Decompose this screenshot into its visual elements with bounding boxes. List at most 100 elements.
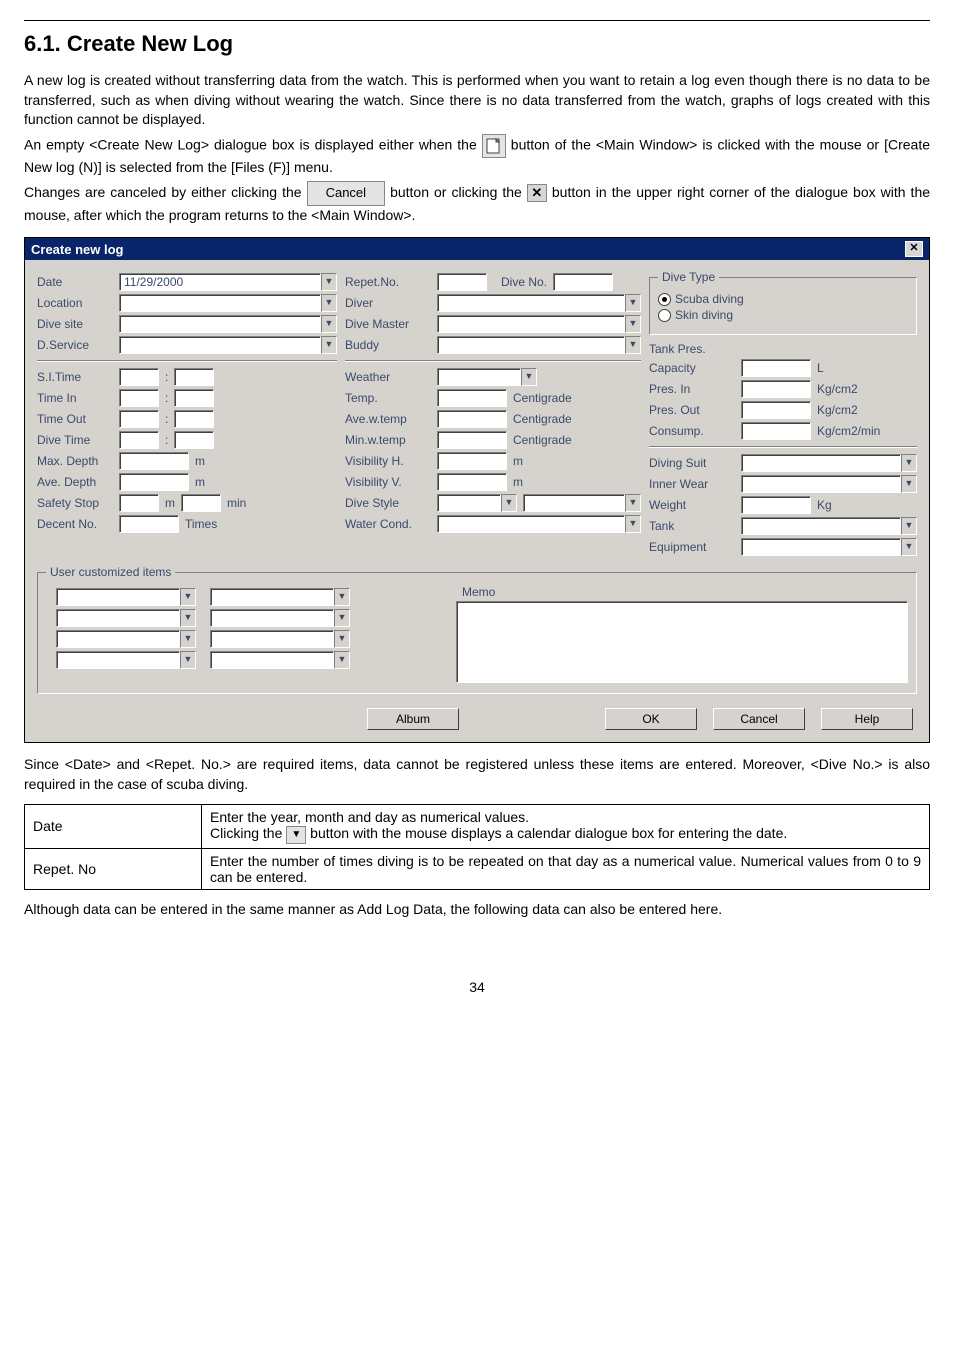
presout-field[interactable] [741, 401, 811, 419]
vish-unit: m [513, 454, 523, 468]
chevron-down-icon[interactable]: ▼ [625, 336, 641, 354]
help-button[interactable]: Help [821, 708, 913, 730]
divesite-combo[interactable]: ▼ [119, 315, 337, 333]
chevron-down-icon[interactable]: ▼ [901, 538, 917, 556]
dsuit-combo[interactable]: ▼ [741, 454, 917, 472]
user-item-2a[interactable]: ▼ [56, 609, 196, 627]
page-number: 34 [24, 979, 930, 995]
chevron-down-icon[interactable]: ▼ [901, 454, 917, 472]
dservice-combo[interactable]: ▼ [119, 336, 337, 354]
vish-label: Visibility H. [345, 454, 431, 468]
maxdepth-field[interactable] [119, 452, 189, 470]
minw-field[interactable] [437, 431, 507, 449]
left-column: Date 11/29/2000 ▼ Location ▼ Dive site ▼… [37, 270, 337, 559]
scuba-radio[interactable]: Scuba diving [658, 292, 908, 306]
dstyle-combo[interactable]: ▼ [437, 494, 517, 512]
weight-field[interactable] [741, 496, 811, 514]
chevron-down-icon[interactable]: ▼ [625, 315, 641, 333]
sitime-h[interactable] [119, 368, 159, 386]
user-item-3a[interactable]: ▼ [56, 630, 196, 648]
chevron-down-icon[interactable]: ▼ [321, 336, 337, 354]
chevron-down-icon[interactable]: ▼ [901, 475, 917, 493]
chevron-down-icon[interactable]: ▼ [501, 494, 517, 512]
timein-label: Time In [37, 391, 113, 405]
date-combo[interactable]: 11/29/2000 ▼ [119, 273, 337, 291]
location-combo[interactable]: ▼ [119, 294, 337, 312]
user-item-4a[interactable]: ▼ [56, 651, 196, 669]
timeout-m[interactable] [174, 410, 214, 428]
timein-m[interactable] [174, 389, 214, 407]
chevron-down-icon[interactable]: ▼ [625, 494, 641, 512]
chevron-down-icon[interactable]: ▼ [321, 273, 337, 291]
date-desc-line1: Enter the year, month and day as numeric… [210, 809, 529, 825]
chevron-down-icon[interactable]: ▼ [180, 588, 196, 606]
date-field[interactable]: 11/29/2000 [119, 273, 321, 291]
avedepth-label: Ave. Depth [37, 475, 113, 489]
dstyle2-combo[interactable]: ▼ [523, 494, 641, 512]
safety-min-field[interactable] [181, 494, 221, 512]
diver-combo[interactable]: ▼ [437, 294, 641, 312]
chevron-down-icon[interactable]: ▼ [334, 630, 350, 648]
chevron-down-icon[interactable]: ▼ [321, 315, 337, 333]
chevron-down-icon[interactable]: ▼ [625, 294, 641, 312]
chevron-down-icon[interactable]: ▼ [180, 651, 196, 669]
table-row: Repet. No Enter the number of times divi… [25, 848, 930, 889]
avedepth-field[interactable] [119, 473, 189, 491]
user-item-2b[interactable]: ▼ [210, 609, 350, 627]
avew-label: Ave.w.temp [345, 412, 431, 426]
user-item-1a[interactable]: ▼ [56, 588, 196, 606]
presin-unit: Kg/cm2 [817, 382, 858, 396]
chevron-down-icon[interactable]: ▼ [334, 651, 350, 669]
repetno-field[interactable] [437, 273, 487, 291]
iwear-combo[interactable]: ▼ [741, 475, 917, 493]
skin-radio[interactable]: Skin diving [658, 308, 908, 322]
capacity-field[interactable] [741, 359, 811, 377]
decent-field[interactable] [119, 515, 179, 533]
divetime-m[interactable] [174, 431, 214, 449]
divetime-h[interactable] [119, 431, 159, 449]
tank-combo[interactable]: ▼ [741, 517, 917, 535]
intro-para-2: An empty <Create New Log> dialogue box i… [24, 134, 930, 178]
visv-label: Visibility V. [345, 475, 431, 489]
tankpres-label: Tank Pres. [649, 342, 735, 356]
safety-m-field[interactable] [119, 494, 159, 512]
buddy-combo[interactable]: ▼ [437, 336, 641, 354]
close-icon[interactable]: ✕ [905, 241, 923, 257]
album-button[interactable]: Album [367, 708, 459, 730]
chevron-down-icon[interactable]: ▼ [180, 609, 196, 627]
presin-field[interactable] [741, 380, 811, 398]
create-new-log-dialog: Create new log ✕ Date 11/29/2000 ▼ Locat… [24, 237, 930, 743]
sitime-m[interactable] [174, 368, 214, 386]
consump-field[interactable] [741, 422, 811, 440]
chevron-down-icon[interactable]: ▼ [901, 517, 917, 535]
timeout-h[interactable] [119, 410, 159, 428]
presin-label: Pres. In [649, 382, 735, 396]
chevron-down-icon[interactable]: ▼ [625, 515, 641, 533]
dialog-title: Create new log [31, 242, 123, 257]
dmaster-combo[interactable]: ▼ [437, 315, 641, 333]
user-item-1b[interactable]: ▼ [210, 588, 350, 606]
user-item-4b[interactable]: ▼ [210, 651, 350, 669]
wcond-combo[interactable]: ▼ [437, 515, 641, 533]
avew-field[interactable] [437, 410, 507, 428]
user-item-3b[interactable]: ▼ [210, 630, 350, 648]
chevron-down-icon[interactable]: ▼ [321, 294, 337, 312]
ok-button[interactable]: OK [605, 708, 697, 730]
memo-field[interactable] [456, 601, 908, 683]
timein-h[interactable] [119, 389, 159, 407]
intro-para-3a: Changes are canceled by either clicking … [24, 184, 307, 200]
weather-combo[interactable]: ▼ [437, 368, 537, 386]
equip-combo[interactable]: ▼ [741, 538, 917, 556]
field-info-table: Date Enter the year, month and day as nu… [24, 804, 930, 889]
cancel-button[interactable]: Cancel [713, 708, 805, 730]
diveno-field[interactable] [553, 273, 613, 291]
close-icon-inline: ✕ [527, 184, 547, 202]
safety-label: Safety Stop [37, 496, 113, 510]
chevron-down-icon[interactable]: ▼ [180, 630, 196, 648]
vish-field[interactable] [437, 452, 507, 470]
chevron-down-icon[interactable]: ▼ [334, 588, 350, 606]
chevron-down-icon[interactable]: ▼ [334, 609, 350, 627]
chevron-down-icon[interactable]: ▼ [521, 368, 537, 386]
visv-field[interactable] [437, 473, 507, 491]
temp-field[interactable] [437, 389, 507, 407]
